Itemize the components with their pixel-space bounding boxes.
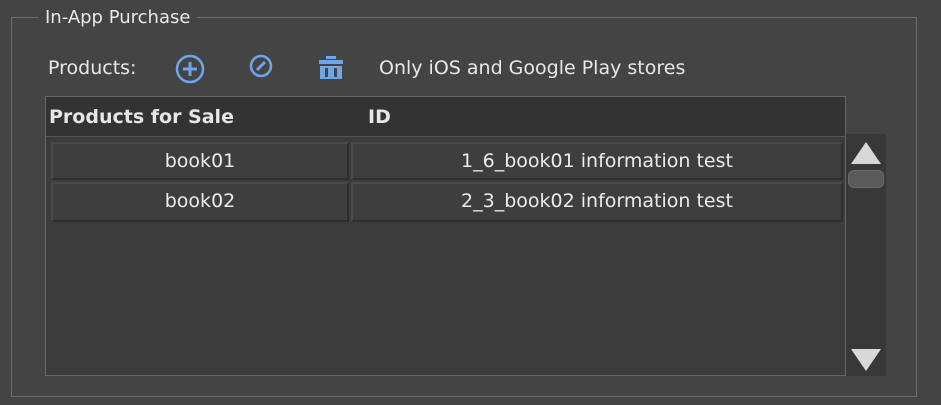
products-table: Products for Sale ID book01 1_6_book01 i… — [45, 96, 846, 376]
add-circle-icon[interactable] — [175, 54, 205, 84]
trash-icon[interactable] — [316, 54, 346, 84]
product-id-cell[interactable]: 1_6_book01 information test — [351, 142, 843, 180]
scroll-down-arrow-icon[interactable] — [850, 346, 882, 374]
scroll-up-arrow-icon[interactable] — [850, 140, 882, 168]
compass-icon[interactable] — [246, 54, 276, 84]
column-header-id[interactable]: ID — [368, 105, 391, 129]
product-id-cell[interactable]: 2_3_book02 information test — [351, 182, 843, 222]
table-scrollbar[interactable] — [846, 134, 886, 376]
store-note: Only iOS and Google Play stores — [379, 57, 686, 79]
group-title: In-App Purchase — [38, 6, 198, 30]
table-row[interactable]: book01 1_6_book01 information test — [51, 142, 843, 182]
product-name-cell[interactable]: book02 — [51, 182, 349, 222]
scrollbar-thumb[interactable] — [848, 170, 884, 188]
product-name-cell[interactable]: book01 — [51, 142, 349, 180]
products-label: Products: — [48, 57, 137, 79]
table-header: Products for Sale ID — [46, 97, 845, 137]
table-body: book01 1_6_book01 information test book0… — [51, 142, 843, 222]
table-row[interactable]: book02 2_3_book02 information test — [51, 182, 843, 222]
column-header-products[interactable]: Products for Sale — [49, 105, 234, 129]
